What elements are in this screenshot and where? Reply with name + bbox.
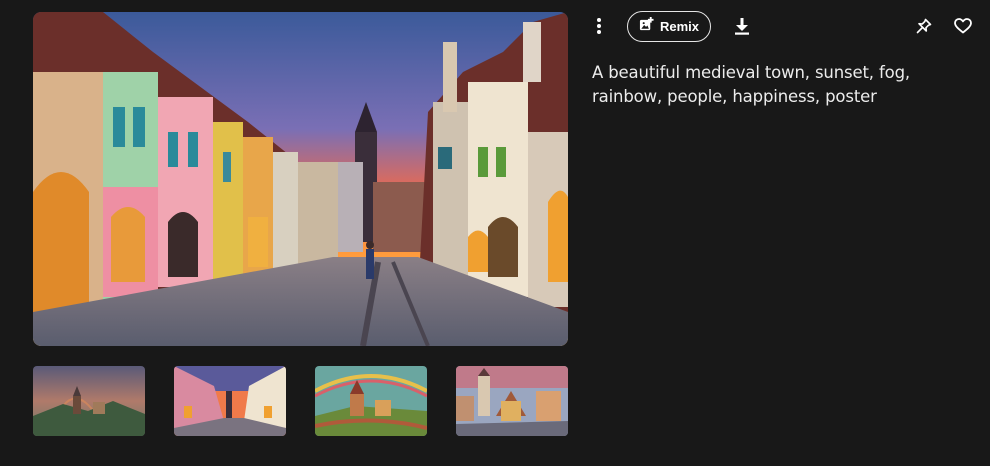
image-detail-view: Remix A beautiful medieval town, sunset,… <box>0 0 990 466</box>
download-icon[interactable] <box>728 12 756 40</box>
more-vertical-icon[interactable] <box>585 12 613 40</box>
thumbnail-1[interactable] <box>33 366 145 436</box>
remix-label: Remix <box>659 19 700 34</box>
heart-icon[interactable] <box>949 12 977 40</box>
thumbnail-2[interactable] <box>174 366 286 436</box>
image-plus-icon <box>639 16 654 37</box>
thumbnail-4[interactable] <box>456 366 568 436</box>
prompt-text: A beautiful medieval town, sunset, fog, … <box>592 63 911 106</box>
remix-button[interactable]: Remix <box>627 11 711 42</box>
main-generated-image[interactable] <box>33 12 568 346</box>
thumbnail-3[interactable] <box>315 366 427 436</box>
pin-icon[interactable] <box>910 12 938 40</box>
